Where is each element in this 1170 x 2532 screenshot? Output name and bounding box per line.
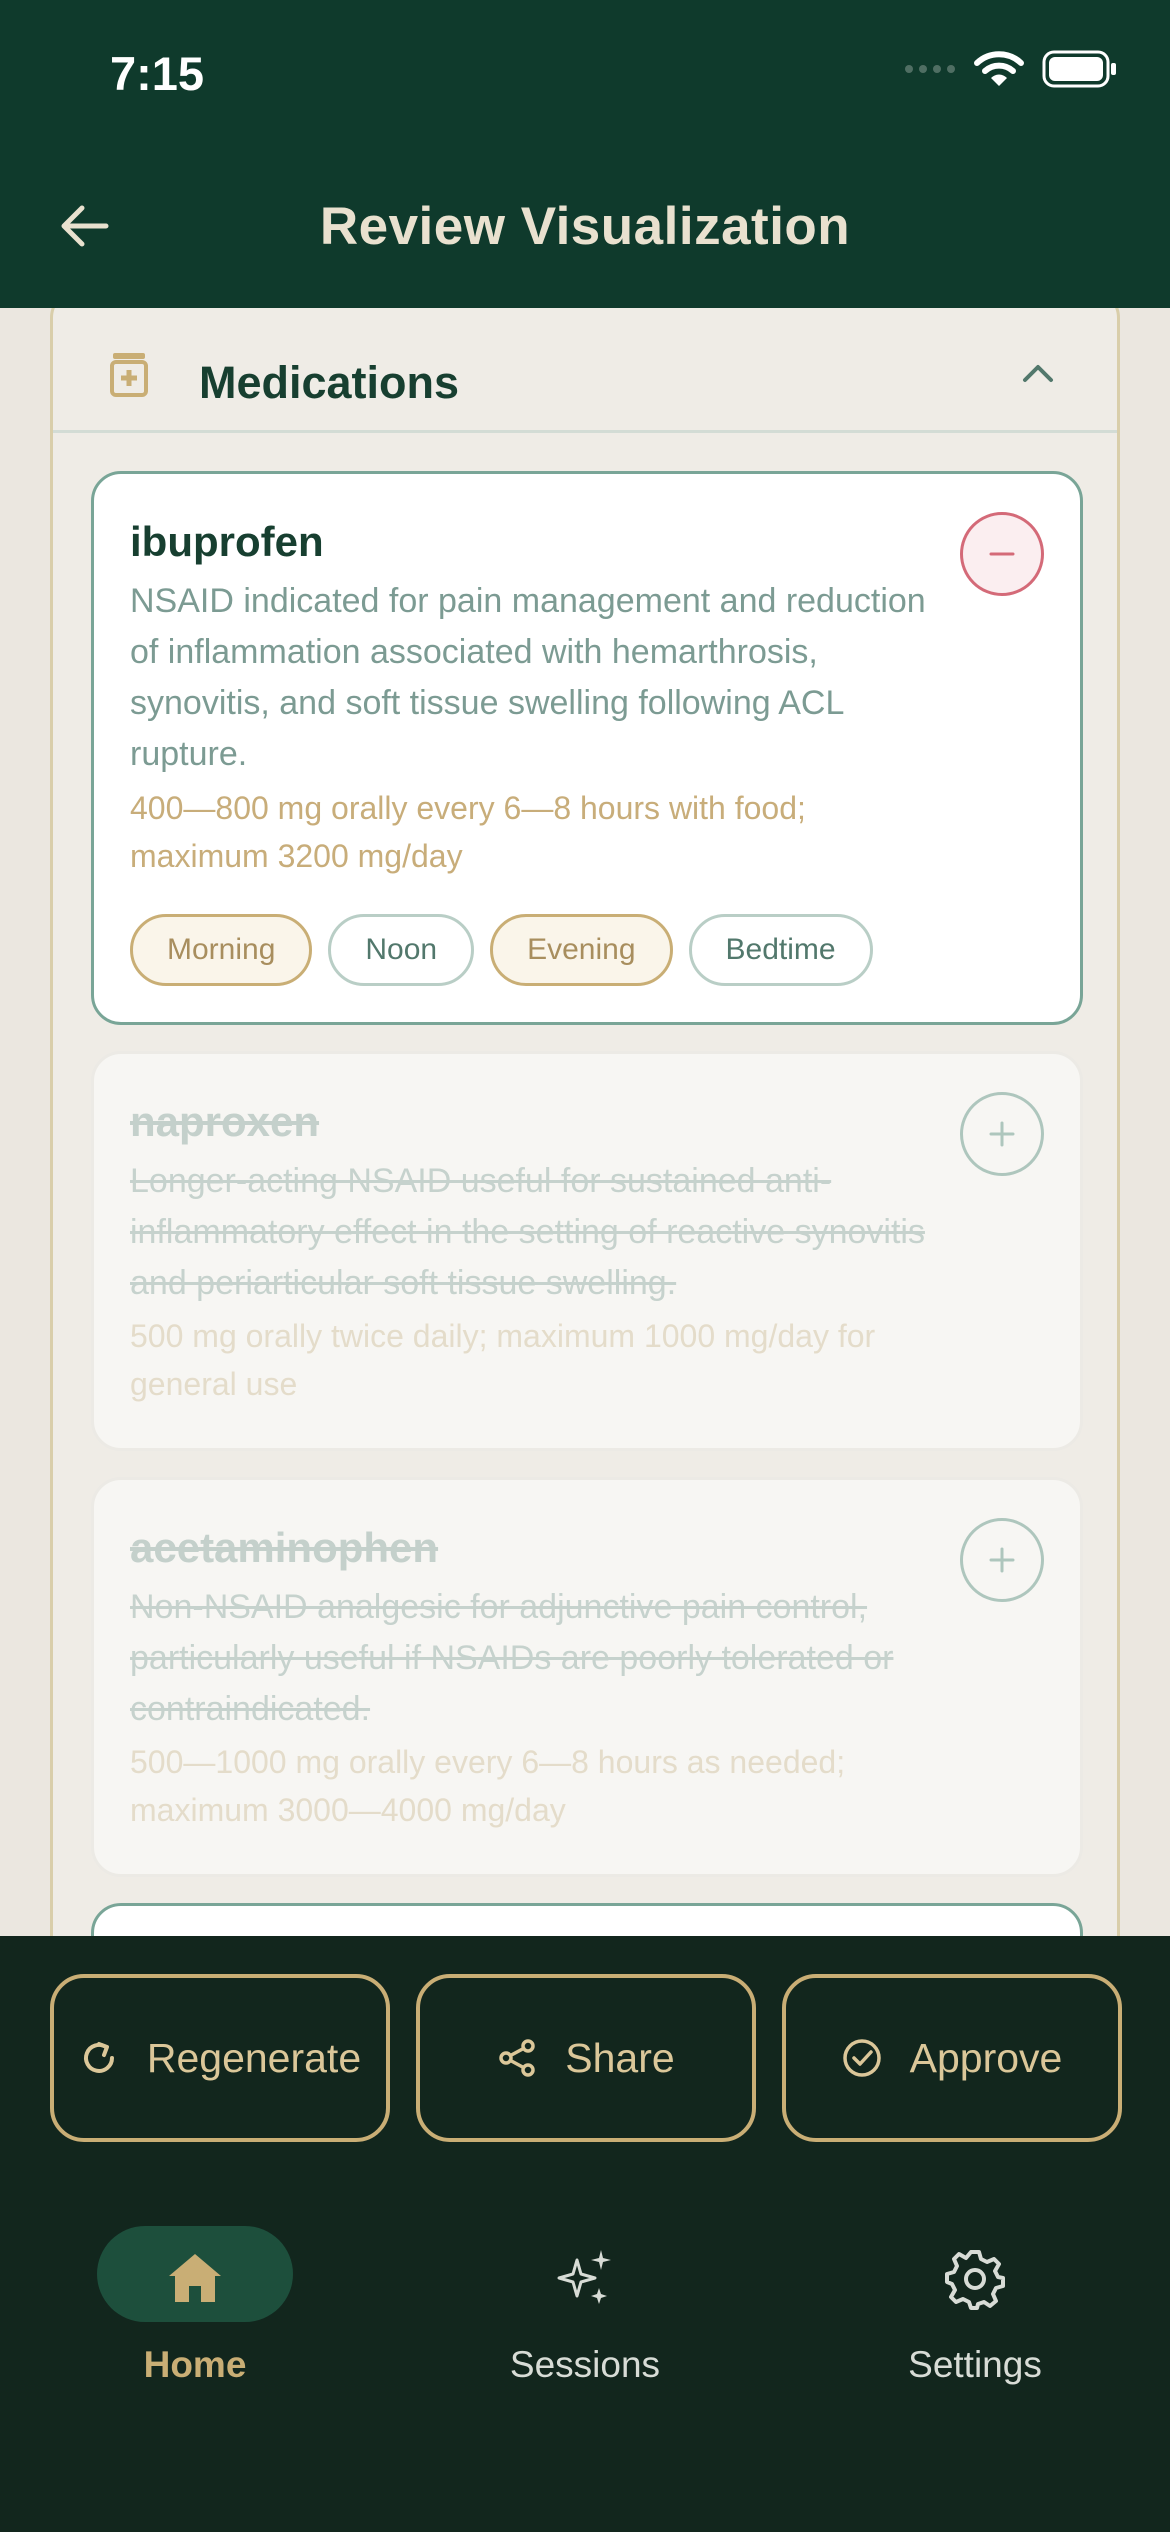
chevron-up-icon[interactable] [1021, 361, 1055, 385]
plus-icon [989, 1121, 1015, 1147]
share-label: Share [565, 2034, 675, 2081]
add-medication-button[interactable] [960, 1518, 1044, 1602]
medications-section: Medications ibuprofen NSAID indicated fo… [50, 308, 1120, 1936]
signal-icon [905, 65, 955, 73]
nav-home-label: Home [143, 2344, 247, 2385]
regenerate-label: Regenerate [146, 2034, 362, 2081]
chip-noon[interactable]: Noon [328, 914, 475, 986]
medication-card-naproxen: naproxen Longer-acting NSAID useful for … [91, 1051, 1083, 1451]
medication-dose: 500—1000 mg orally every 6—8 hours as ne… [130, 1744, 846, 1828]
share-icon [499, 2039, 536, 2077]
minus-icon [989, 552, 1015, 556]
plus-icon [989, 1547, 1015, 1573]
nav-sessions-label: Sessions [509, 2344, 661, 2385]
medication-card-ibuprofen: ibuprofen NSAID indicated for pain manag… [91, 471, 1083, 1025]
nav-settings-label: Settings [908, 2344, 1042, 2385]
status-time: 7:15 [110, 47, 205, 100]
medication-card-acetaminophen: acetaminophen Non-NSAID analgesic for ad… [91, 1477, 1083, 1877]
regenerate-button[interactable]: Regenerate [50, 1974, 390, 2142]
medication-name: acetaminophen [130, 1524, 439, 1571]
refresh-icon [83, 2042, 114, 2073]
medication-name: ibuprofen [130, 518, 324, 565]
approve-label: Approve [909, 2034, 1063, 2081]
home-icon [169, 2254, 221, 2302]
pill-bottle-icon [110, 353, 148, 397]
battery-icon [1042, 50, 1116, 88]
section-title: Medications [199, 357, 460, 408]
nav-sessions[interactable]: Sessions [435, 2226, 735, 2396]
check-circle-icon [842, 2039, 881, 2077]
time-chips: Morning Noon Evening Bedtime [130, 914, 873, 986]
medication-dose: 500 mg orally twice daily; maximum 1000 … [130, 1318, 876, 1402]
status-icons [904, 50, 1118, 88]
content-scroll[interactable]: Medications ibuprofen NSAID indicated fo… [0, 308, 1170, 1936]
sparkles-icon [557, 2250, 611, 2304]
nav-home[interactable]: Home [45, 2226, 345, 2396]
chip-evening[interactable]: Evening [490, 914, 673, 986]
nav-settings[interactable]: Settings [825, 2226, 1125, 2396]
approve-button[interactable]: Approve [782, 1974, 1122, 2142]
page-title: Review Visualization [319, 197, 851, 256]
chip-bedtime[interactable]: Bedtime [688, 914, 873, 986]
medication-description: NSAID indicated for pain management and … [130, 582, 926, 773]
medication-description: Longer-acting NSAID useful for sustained… [130, 1162, 925, 1302]
share-button[interactable]: Share [416, 1974, 756, 2142]
medication-name: naproxen [130, 1098, 320, 1145]
wifi-icon [974, 51, 1024, 86]
section-header[interactable]: Medications [53, 308, 1117, 433]
bottom-bar: Regenerate Share Approve Home Sessions S… [0, 1936, 1170, 2532]
gear-icon [945, 2250, 1005, 2310]
add-medication-button[interactable] [960, 1092, 1044, 1176]
remove-medication-button[interactable] [960, 512, 1044, 596]
medication-description: Non-NSAID analgesic for adjunctive pain … [130, 1588, 894, 1728]
app-header: 7:15 Review Visualization [0, 0, 1170, 308]
chip-morning[interactable]: Morning [130, 914, 313, 986]
medication-dose: 400—800 mg orally every 6—8 hours with f… [130, 790, 806, 874]
medication-card-partial [91, 1903, 1083, 1936]
